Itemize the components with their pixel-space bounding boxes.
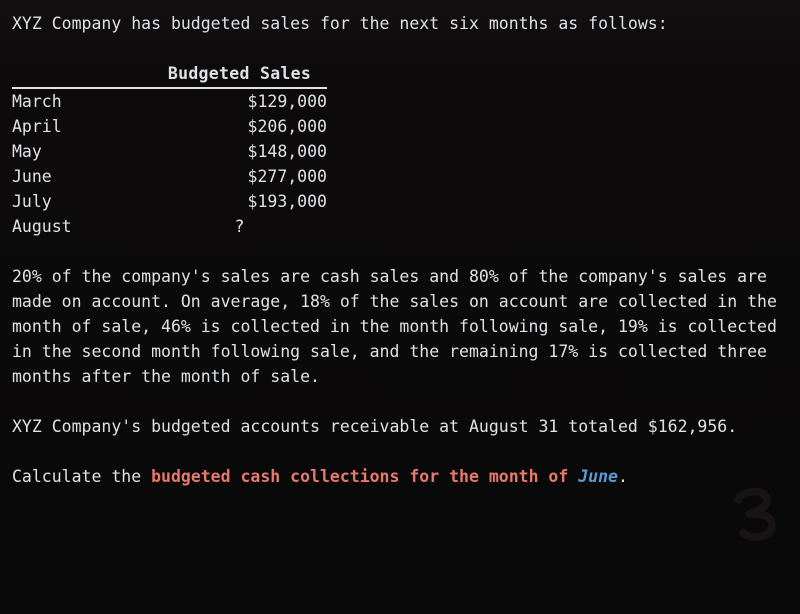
question-trailing-punctuation: . (618, 467, 628, 486)
cell-amount: $206,000 (247, 117, 327, 136)
cell-amount: $277,000 (247, 167, 327, 186)
table-row: June $277,000 (12, 164, 327, 189)
question-lead-text: Calculate the (12, 467, 152, 486)
column-header-month (12, 61, 152, 89)
cell-month: July (12, 192, 52, 211)
handwritten-three-annotation (734, 487, 776, 541)
table-row: March $129,000 (12, 88, 327, 114)
collection-policy-paragraph: 20% of the company's sales are cash sale… (12, 267, 787, 386)
table-row: April $206,000 (12, 114, 327, 139)
cell-month: May (12, 142, 42, 161)
cell-amount: $129,000 (247, 92, 327, 111)
cell-amount-unknown: ? (234, 217, 245, 236)
cell-amount: $148,000 (247, 142, 327, 161)
table-header-row: Budgeted Sales (12, 61, 327, 89)
cell-month: August (12, 217, 72, 236)
problem-statement-screen: XYZ Company has budgeted sales for the n… (0, 0, 800, 614)
cell-amount: $193,000 (247, 192, 327, 211)
question-emphasis-month: June (578, 467, 618, 486)
table-head: Budgeted Sales (12, 61, 327, 89)
table-row: August ? (12, 214, 327, 239)
column-header-budgeted-sales: Budgeted Sales (152, 61, 327, 89)
cell-month: April (12, 117, 62, 136)
cell-month: March (12, 92, 62, 111)
table-body: March $129,000 April $206,000 May $148,0… (12, 88, 327, 239)
question-emphasis-red: budgeted cash collections for the month … (151, 467, 569, 486)
table-row: July $193,000 (12, 189, 327, 214)
table-row: May $148,000 (12, 139, 327, 164)
question-paragraph: Calculate the budgeted cash collections … (12, 464, 800, 489)
budgeted-sales-table: Budgeted Sales March $129,000 April $206… (12, 61, 327, 239)
intro-paragraph: XYZ Company has budgeted sales for the n… (12, 14, 668, 33)
cell-month: June (12, 167, 52, 186)
accounts-receivable-paragraph: XYZ Company's budgeted accounts receivab… (12, 417, 738, 436)
